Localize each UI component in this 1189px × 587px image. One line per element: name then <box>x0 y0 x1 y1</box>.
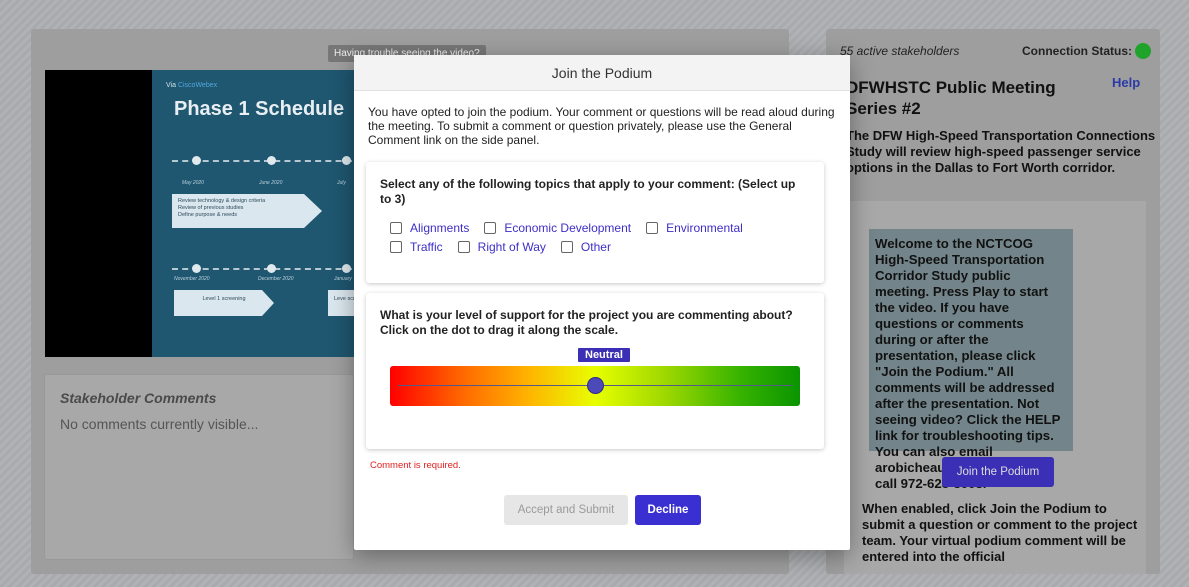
dialog-title: Join the Podium <box>354 55 850 91</box>
timeline-row-1 <box>172 156 355 170</box>
comment-required-error: Comment is required. <box>370 460 461 471</box>
slide-title: Phase 1 Schedule <box>174 98 345 120</box>
checkbox-icon[interactable] <box>484 222 497 234</box>
timeline-date: January <box>334 276 352 282</box>
timeline-date: November 2020 <box>174 276 210 282</box>
join-podium-button[interactable]: Join the Podium <box>942 457 1054 487</box>
connection-status-indicator <box>1135 43 1151 59</box>
topic-checkbox-economic-development[interactable]: Economic Development <box>484 221 631 235</box>
stakeholder-comments-panel: Stakeholder Comments No comments current… <box>44 374 354 560</box>
comments-title: Stakeholder Comments <box>60 390 217 406</box>
help-link[interactable]: Help <box>1112 75 1140 90</box>
topic-checkbox-alignments[interactable]: Alignments <box>390 221 469 235</box>
timeline-date: May 2020 <box>182 180 204 186</box>
topics-list: Alignments Economic Development Environmen… <box>390 221 810 259</box>
topic-checkbox-traffic[interactable]: Traffic <box>390 240 443 254</box>
topics-question: Select any of the following topics that … <box>380 177 796 206</box>
checkbox-icon[interactable] <box>457 241 470 253</box>
comments-empty-text: No comments currently visible... <box>60 416 259 432</box>
timeline-date: December 2020 <box>258 276 294 282</box>
checkbox-icon[interactable] <box>560 241 573 253</box>
presentation-slide: Via CiscoWebex Phase 1 Schedule May 2020… <box>152 70 355 357</box>
topics-card: Select any of the following topics that … <box>366 162 824 283</box>
phase-box: Review technology & design criteria Revi… <box>172 194 322 228</box>
connection-status-label: Connection Status: <box>1022 44 1132 58</box>
welcome-message: Welcome to the NCTCOG High-Speed Transpo… <box>869 229 1073 491</box>
meeting-description: The DFW High-Speed Transportation Connec… <box>846 128 1156 175</box>
support-question: What is your level of support for the pr… <box>380 308 793 337</box>
phase-box: Level 1 screening <box>174 290 274 316</box>
checkbox-icon[interactable] <box>390 241 402 253</box>
topic-checkbox-right-of-way[interactable]: Right of Way <box>457 240 546 254</box>
timeline-date: July <box>337 180 346 186</box>
join-podium-dialog: Join the Podium You have opted to join t… <box>354 55 850 550</box>
checkbox-icon[interactable] <box>646 222 659 234</box>
decline-button[interactable]: Decline <box>635 495 701 525</box>
webex-brand: Via CiscoWebex <box>166 82 218 89</box>
timeline-date: June 2020 <box>259 180 283 186</box>
active-stakeholders: 55 active stakeholders <box>840 44 960 58</box>
meeting-title: DFWHSTC Public Meeting Series #2 <box>846 78 1056 118</box>
checkbox-icon[interactable] <box>390 222 402 234</box>
dialog-intro: You have opted to join the podium. Your … <box>368 105 835 147</box>
topic-checkbox-environmental[interactable]: Environmental <box>646 221 743 235</box>
support-level-label: Neutral <box>578 348 630 362</box>
slider-thumb[interactable] <box>586 377 604 394</box>
phase-box: Leve scree <box>328 290 355 316</box>
side-panel: 55 active stakeholders Connection Status… <box>826 29 1160 574</box>
topic-checkbox-other[interactable]: Other <box>560 240 611 254</box>
support-card: What is your level of support for the pr… <box>366 293 824 449</box>
podium-note: When enabled, click Join the Podium to s… <box>862 501 1138 564</box>
support-slider[interactable] <box>390 366 800 406</box>
accept-submit-button[interactable]: Accept and Submit <box>504 495 628 525</box>
